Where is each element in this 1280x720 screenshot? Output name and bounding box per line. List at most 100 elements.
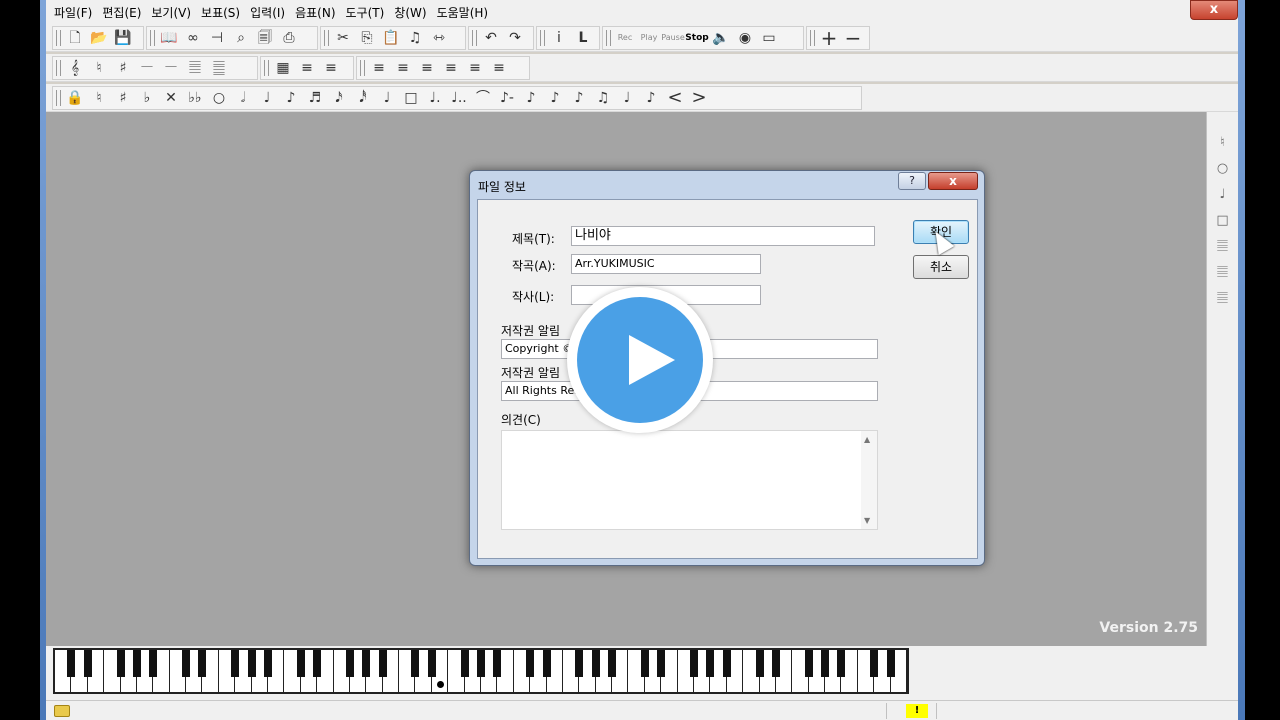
black-key[interactable] — [706, 650, 715, 677]
align6-button[interactable]: ≡ — [439, 57, 463, 79]
black-key[interactable] — [657, 650, 666, 677]
black-key[interactable] — [591, 650, 600, 677]
piano-keyboard[interactable] — [53, 648, 909, 694]
black-key[interactable] — [132, 650, 141, 677]
black-key[interactable] — [345, 650, 354, 677]
menu-view[interactable]: 보기(V) — [149, 4, 199, 21]
sharp-note-button[interactable]: ♯ — [111, 87, 135, 109]
sharp-button[interactable]: ♯ — [111, 57, 135, 79]
palette-quarter-note-button[interactable]: ♩ — [1211, 182, 1235, 206]
book-icon[interactable]: 📖 — [157, 27, 181, 49]
align4-button[interactable]: ≡ — [391, 57, 415, 79]
black-key[interactable] — [640, 650, 649, 677]
black-key[interactable] — [690, 650, 698, 677]
staff-line-button[interactable]: 𝄖 — [135, 57, 159, 79]
menu-tools[interactable]: 도구(T) — [344, 4, 393, 21]
black-key[interactable] — [821, 650, 830, 677]
black-key[interactable] — [182, 650, 191, 677]
staff-lines2-button[interactable]: 𝄛 — [207, 57, 231, 79]
comments-scrollbar[interactable]: ▲ ▼ — [861, 431, 877, 529]
align8-button[interactable]: ≡ — [487, 57, 511, 79]
grace-note-button[interactable]: ♩ — [615, 87, 639, 109]
keyboard-icon[interactable]: ▭ — [757, 27, 781, 49]
window-close-button[interactable]: x — [1190, 0, 1238, 20]
menu-input[interactable]: 입력(I) — [248, 4, 293, 21]
black-key[interactable] — [755, 650, 764, 677]
play-button[interactable]: Play — [637, 27, 661, 49]
text-icon[interactable]: L — [571, 27, 595, 49]
align3-button[interactable]: ≡ — [367, 57, 391, 79]
double-flat-button[interactable]: ♭♭ — [183, 87, 207, 109]
black-key[interactable] — [264, 650, 272, 677]
thirty-second-note-button[interactable]: 𝅘𝅥𝅯 — [327, 87, 351, 109]
black-key[interactable] — [149, 650, 158, 677]
beam-button[interactable]: ♫ — [591, 87, 615, 109]
accent-button[interactable]: ♪ — [567, 87, 591, 109]
align1-button[interactable]: ≡ — [295, 57, 319, 79]
menu-staff[interactable]: 보표(S) — [199, 4, 248, 21]
tenuto-button[interactable]: ♪ — [543, 87, 567, 109]
zoom-in-button[interactable]: + — [817, 27, 841, 49]
menu-file[interactable]: 파일(F) — [52, 4, 100, 21]
comments-field[interactable]: ▲ ▼ — [501, 430, 878, 530]
lock-icon[interactable]: 🔒 — [63, 87, 87, 109]
black-key[interactable] — [427, 650, 436, 677]
crescendo-button[interactable]: < — [663, 87, 687, 109]
black-key[interactable] — [608, 650, 617, 677]
link-icon[interactable]: ⇿ — [427, 27, 451, 49]
whole-note-button[interactable]: ○ — [207, 87, 231, 109]
black-key[interactable] — [83, 650, 92, 677]
align7-button[interactable]: ≡ — [463, 57, 487, 79]
zoom-out-button[interactable]: − — [841, 27, 865, 49]
composer-field[interactable]: Arr.YUKIMUSIC — [571, 254, 761, 274]
record-button[interactable]: Rec — [613, 27, 637, 49]
flat-note-button[interactable]: ♭ — [135, 87, 159, 109]
black-key[interactable] — [886, 650, 895, 677]
palette-staff2-button[interactable]: 𝄚 — [1211, 260, 1235, 284]
new-file-icon[interactable]: 🗋 — [63, 27, 87, 49]
indent-icon[interactable]: ⊣ — [205, 27, 229, 49]
black-key[interactable] — [378, 650, 387, 677]
dotted-note-button[interactable]: ♩. — [423, 87, 447, 109]
double-dotted-note-button[interactable]: ♩.. — [447, 87, 471, 109]
scroll-down-icon[interactable]: ▼ — [864, 516, 870, 525]
black-key[interactable] — [477, 650, 485, 677]
palette-natural-button[interactable]: ♮ — [1211, 130, 1235, 154]
video-play-button[interactable] — [567, 287, 713, 433]
decrescendo-button[interactable]: > — [687, 87, 711, 109]
globe-icon[interactable]: ◉ — [733, 27, 757, 49]
black-key[interactable] — [837, 650, 846, 677]
grid-button[interactable]: ▦ — [271, 57, 295, 79]
black-key[interactable] — [313, 650, 322, 677]
preview-icon[interactable]: 🗐 — [253, 27, 277, 49]
scroll-up-icon[interactable]: ▲ — [864, 435, 870, 444]
black-key[interactable] — [460, 650, 469, 677]
natural-note-button[interactable]: ♮ — [87, 87, 111, 109]
black-key[interactable] — [231, 650, 240, 677]
undo-icon[interactable]: ↶ — [479, 27, 503, 49]
align2-button[interactable]: ≡ — [319, 57, 343, 79]
sixty-fourth-note-button[interactable]: 𝅘𝅥𝅰 — [351, 87, 375, 109]
black-key[interactable] — [804, 650, 813, 677]
box-button[interactable]: □ — [399, 87, 423, 109]
palette-staff1-button[interactable]: 𝄚 — [1211, 234, 1235, 258]
black-key[interactable] — [411, 650, 420, 677]
black-key[interactable] — [247, 650, 256, 677]
rest-button[interactable]: ♩ — [375, 87, 399, 109]
music-note-icon[interactable]: ♫ — [403, 27, 427, 49]
magnifier-icon[interactable]: ⌕ — [229, 27, 253, 49]
pause-button[interactable]: Pause — [661, 27, 685, 49]
eighth-note-button[interactable]: ♪ — [279, 87, 303, 109]
slur-button[interactable]: ♪- — [495, 87, 519, 109]
quarter-note-button[interactable]: ♩ — [255, 87, 279, 109]
copy-icon[interactable]: ⎘ — [355, 27, 379, 49]
black-key[interactable] — [67, 650, 76, 677]
black-key[interactable] — [362, 650, 371, 677]
double-sharp-button[interactable]: ✕ — [159, 87, 183, 109]
paste-icon[interactable]: 📋 — [379, 27, 403, 49]
tie-button[interactable]: ⌒ — [471, 87, 495, 109]
sixteenth-note-button[interactable]: ♬ — [303, 87, 327, 109]
black-key[interactable] — [116, 650, 125, 677]
cut-icon[interactable]: ✂ — [331, 27, 355, 49]
staccato-button[interactable]: ♪ — [519, 87, 543, 109]
